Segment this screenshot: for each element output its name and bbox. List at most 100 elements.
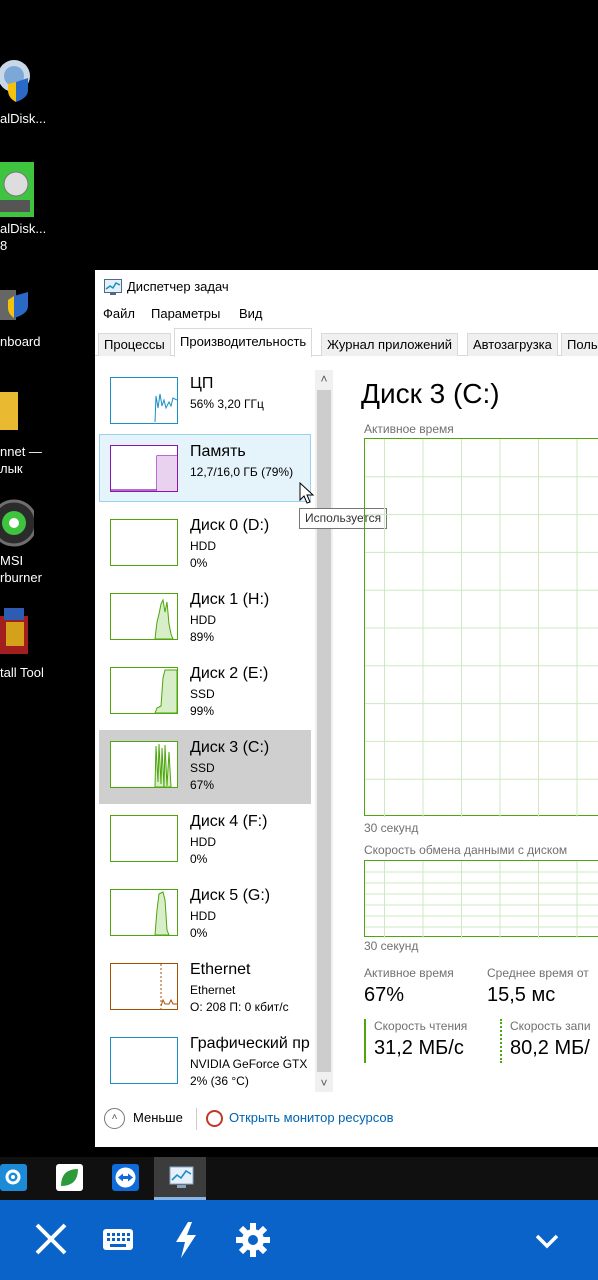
- sidebar-item-disk-3[interactable]: Диск 3 (C:) SSD 67%: [99, 730, 311, 804]
- transfer-rate-graph: [364, 860, 598, 938]
- keyboard-icon[interactable]: [100, 1220, 140, 1260]
- tab-startup[interactable]: Автозагрузка: [467, 333, 558, 356]
- desktop-icon-label: alDisk... 8: [0, 221, 47, 253]
- taskbar-app-teamviewer[interactable]: [98, 1157, 150, 1200]
- memory-graph-thumb: [110, 445, 178, 492]
- resource-monitor-icon: [206, 1110, 223, 1127]
- sidebar-item-disk-4[interactable]: Диск 4 (F:) HDD 0%: [99, 804, 311, 872]
- taskbar: [0, 1157, 598, 1200]
- write-speed-value: 80,2 МБ/: [510, 1037, 590, 1059]
- tab-performance[interactable]: Производительность: [174, 328, 313, 357]
- read-speed-stat: Скорость чтения 31,2 МБ/с: [364, 1019, 514, 1063]
- window-footer: ˄ Меньше Открыть монитор ресурсов: [95, 1102, 598, 1136]
- disk-1-graph-thumb: [110, 593, 178, 640]
- active-time-graph: [364, 438, 598, 817]
- write-speed-stat: Скорость запи 80,2 МБ/: [500, 1019, 598, 1063]
- disk-2-graph-thumb: [110, 667, 178, 714]
- sidebar-item-value: 89%: [190, 630, 215, 644]
- page-title: Диск 3 (C:): [361, 378, 500, 409]
- scrollbar-thumb[interactable]: [317, 390, 331, 1072]
- sidebar-item-gpu[interactable]: Графический пр NVIDIA GeForce GTX 2% (36…: [99, 1026, 311, 1094]
- sidebar-item-sub: HDD: [190, 835, 216, 849]
- sidebar-item-name: Диск 4 (F:): [190, 813, 268, 830]
- scroll-up-arrow-icon[interactable]: ˄: [315, 370, 333, 388]
- sidebar-item-sub: HDD: [190, 539, 216, 553]
- sidebar-item-disk-5[interactable]: Диск 5 (G:) HDD 0%: [99, 878, 311, 946]
- afterburner-icon: [0, 495, 38, 547]
- tab-users[interactable]: Поль: [561, 333, 598, 356]
- time-axis-label: 30 секунд: [364, 821, 419, 835]
- sidebar-item-memory[interactable]: Память 12,7/16,0 ГБ (79%): [99, 434, 311, 502]
- desktop-icon-label: nboard: [0, 334, 41, 349]
- tab-bar: Процессы Производительность Журнал прило…: [95, 328, 598, 357]
- sidebar-item-sub: HDD: [190, 613, 216, 627]
- sidebar-item-sub: NVIDIA GeForce GTX: [190, 1057, 308, 1071]
- task-manager-icon: [168, 1164, 195, 1191]
- sidebar-item-name: ЦП: [190, 375, 214, 392]
- menu-file[interactable]: Файл: [103, 306, 135, 321]
- desktop-icon-label: alDisk...: [0, 111, 47, 126]
- sidebar-item-disk-2[interactable]: Диск 2 (E:) SSD 99%: [99, 656, 311, 724]
- scroll-down-arrow-icon[interactable]: ˅: [315, 1074, 333, 1092]
- gear-icon[interactable]: [234, 1220, 274, 1260]
- sidebar-item-name: Диск 2 (E:): [190, 665, 269, 682]
- desktop-icon-label: tall Tool: [0, 665, 44, 680]
- tab-app-history[interactable]: Журнал приложений: [321, 333, 459, 356]
- gpu-graph-thumb: [110, 1037, 178, 1084]
- window-title: Диспетчер задач: [127, 279, 229, 294]
- taskbar-app-task-manager[interactable]: [154, 1157, 206, 1200]
- menu-view[interactable]: Вид: [239, 306, 263, 321]
- sidebar-item-ethernet[interactable]: Ethernet Ethernet О: 208 П: 0 кбит/с: [99, 952, 311, 1020]
- sidebar-item-value: 99%: [190, 704, 215, 718]
- open-resource-monitor-link[interactable]: Открыть монитор ресурсов: [229, 1110, 393, 1125]
- remote-control-bar: [0, 1200, 598, 1280]
- fewer-details-link[interactable]: Меньше: [133, 1110, 183, 1125]
- folder-icon: [0, 386, 34, 434]
- sidebar-item-value: 2% (36 °C): [190, 1074, 249, 1088]
- sidebar-item-sub: 12,7/16,0 ГБ (79%): [190, 465, 294, 479]
- ethernet-graph-thumb: [110, 963, 178, 1010]
- tab-processes[interactable]: Процессы: [98, 333, 171, 356]
- sidebar-item-disk-1[interactable]: Диск 1 (H:) HDD 89%: [99, 582, 311, 650]
- active-time-stat-label: Активное время: [364, 966, 454, 980]
- avg-response-stat-label: Среднее время от: [487, 966, 589, 980]
- lightning-icon[interactable]: [168, 1220, 208, 1260]
- taskbar-app-settings[interactable]: [0, 1157, 38, 1200]
- install-tool-icon: [0, 604, 34, 654]
- taskbar-app-leaf[interactable]: [42, 1157, 94, 1200]
- teamviewer-icon: [112, 1164, 139, 1191]
- desktop-icon-label: MSI rburner: [0, 553, 42, 585]
- menu-options[interactable]: Параметры: [151, 306, 220, 321]
- sidebar-item-value: 0%: [190, 926, 208, 940]
- mouse-cursor-icon: [299, 482, 315, 504]
- disk-5-graph-thumb: [110, 889, 178, 936]
- chevron-down-icon[interactable]: [528, 1220, 568, 1260]
- disk-0-graph-thumb: [110, 519, 178, 566]
- sidebar-item-sub: SSD: [190, 761, 215, 775]
- sidebar-item-value: 0%: [190, 852, 208, 866]
- sidebar-scrollbar[interactable]: ˄ ˅: [315, 370, 333, 1092]
- active-time-stat-value: 67%: [364, 984, 405, 1006]
- sidebar-item-name: Диск 3 (C:): [190, 739, 270, 756]
- sidebar-item-name: Диск 5 (G:): [190, 887, 271, 904]
- leaf-icon: [56, 1164, 83, 1191]
- sidebar-item-sub: Ethernet: [190, 983, 236, 997]
- task-manager-icon: [104, 279, 122, 295]
- desktop-icon-label: nnet — лык: [0, 444, 42, 476]
- disk-3-graph-thumb: [110, 741, 178, 788]
- sidebar-item-sub: HDD: [190, 909, 216, 923]
- performance-sidebar: ЦП 56% 3,20 ГГц Память 12,7/16,0 ГБ (79%…: [95, 366, 335, 1096]
- close-icon[interactable]: [32, 1220, 72, 1260]
- cpu-graph-thumb: [110, 377, 178, 424]
- sidebar-item-cpu[interactable]: ЦП 56% 3,20 ГГц: [99, 366, 311, 434]
- gears-icon: [0, 1164, 27, 1191]
- sidebar-item-name: Диск 1 (H:): [190, 591, 270, 608]
- time-axis-label: 30 секунд: [364, 939, 419, 953]
- sidebar-item-disk-0[interactable]: Диск 0 (D:) HDD 0%: [99, 508, 311, 576]
- chevron-up-icon[interactable]: ˄: [104, 1108, 125, 1129]
- title-bar[interactable]: Диспетчер задач: [95, 270, 598, 304]
- write-speed-label: Скорость запи: [510, 1019, 591, 1033]
- sidebar-item-value: 67%: [190, 778, 215, 792]
- sidebar-item-sub: 56% 3,20 ГГц: [190, 397, 264, 411]
- read-speed-label: Скорость чтения: [374, 1019, 468, 1033]
